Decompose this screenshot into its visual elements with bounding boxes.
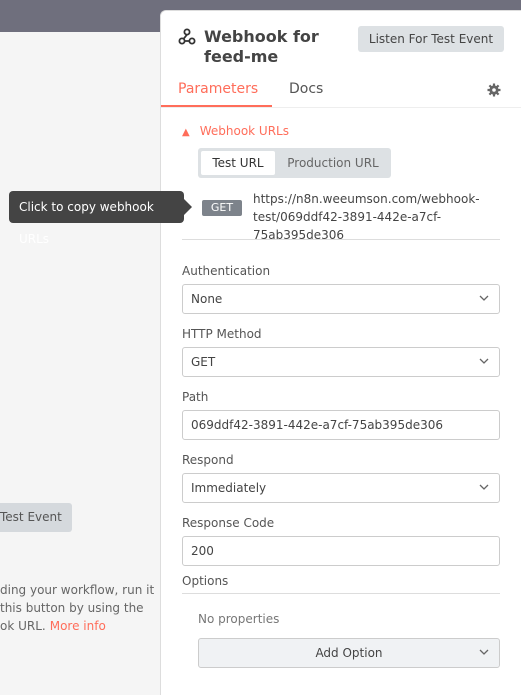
response-code-label: Response Code	[182, 516, 275, 530]
respond-label: Respond	[182, 453, 234, 467]
gear-icon[interactable]	[487, 83, 501, 97]
chevron-up-icon: ▲	[182, 127, 190, 138]
method-badge: GET	[202, 200, 242, 216]
more-info-link[interactable]: More info	[50, 619, 106, 633]
divider	[182, 239, 500, 240]
chevron-down-icon	[479, 649, 489, 655]
chevron-down-icon	[479, 295, 489, 301]
respond-select[interactable]: Immediately	[182, 473, 500, 503]
add-option-label: Add Option	[315, 646, 383, 660]
webhook-urls-toggle[interactable]: ▲ Webhook URLs	[182, 124, 289, 138]
url-type-toggle: Test URL Production URL	[198, 148, 391, 178]
listen-test-event-button[interactable]: Listen For Test Event	[358, 26, 504, 52]
authentication-select[interactable]: None	[182, 284, 500, 314]
no-properties-text: No properties	[198, 612, 280, 626]
add-option-button[interactable]: Add Option	[198, 638, 500, 668]
node-details-panel: Webhook for feed-me Listen For Test Even…	[160, 10, 521, 695]
path-label: Path	[182, 390, 209, 404]
chevron-down-icon	[479, 358, 489, 364]
authentication-label: Authentication	[182, 264, 271, 278]
path-input[interactable]: 069ddf42-3891-442e-a7cf-75ab395de306	[182, 410, 500, 440]
options-divider	[182, 593, 500, 594]
help-line: ok URL. More info	[0, 619, 106, 633]
webhook-urls-heading: Webhook URLs	[199, 124, 289, 138]
panel-title: Webhook for feed-me	[204, 27, 319, 66]
http-method-label: HTTP Method	[182, 327, 262, 341]
test-event-button[interactable]: Test Event	[0, 503, 72, 532]
respond-value: Immediately	[191, 481, 267, 495]
tab-docs[interactable]: Docs	[289, 81, 323, 107]
panel-tabs: Parameters Docs	[161, 81, 521, 107]
canvas-help-text: ding your workflow, run it this button b…	[0, 581, 160, 635]
panel-header: Webhook for feed-me Listen For Test Even…	[161, 11, 521, 107]
webhook-icon	[178, 28, 196, 45]
test-url-option[interactable]: Test URL	[201, 151, 275, 175]
panel-body: ▲ Webhook URLs Test URL Production URL GE…	[161, 107, 521, 695]
response-code-input[interactable]: 200	[182, 536, 500, 566]
copy-url-tooltip: Click to copy webhook URLs	[9, 191, 192, 246]
chevron-down-icon	[479, 484, 489, 490]
webhook-url[interactable]: https://n8n.weeumson.com/webhook-test/06…	[253, 190, 508, 244]
tab-parameters[interactable]: Parameters	[161, 81, 272, 107]
authentication-value: None	[191, 292, 223, 306]
production-url-option[interactable]: Production URL	[278, 151, 388, 175]
options-label: Options	[182, 574, 229, 588]
http-method-select[interactable]: GET	[182, 347, 500, 377]
http-method-value: GET	[191, 355, 216, 369]
help-line: ding your workflow, run it	[0, 583, 155, 597]
help-line: this button by using the	[0, 601, 144, 615]
